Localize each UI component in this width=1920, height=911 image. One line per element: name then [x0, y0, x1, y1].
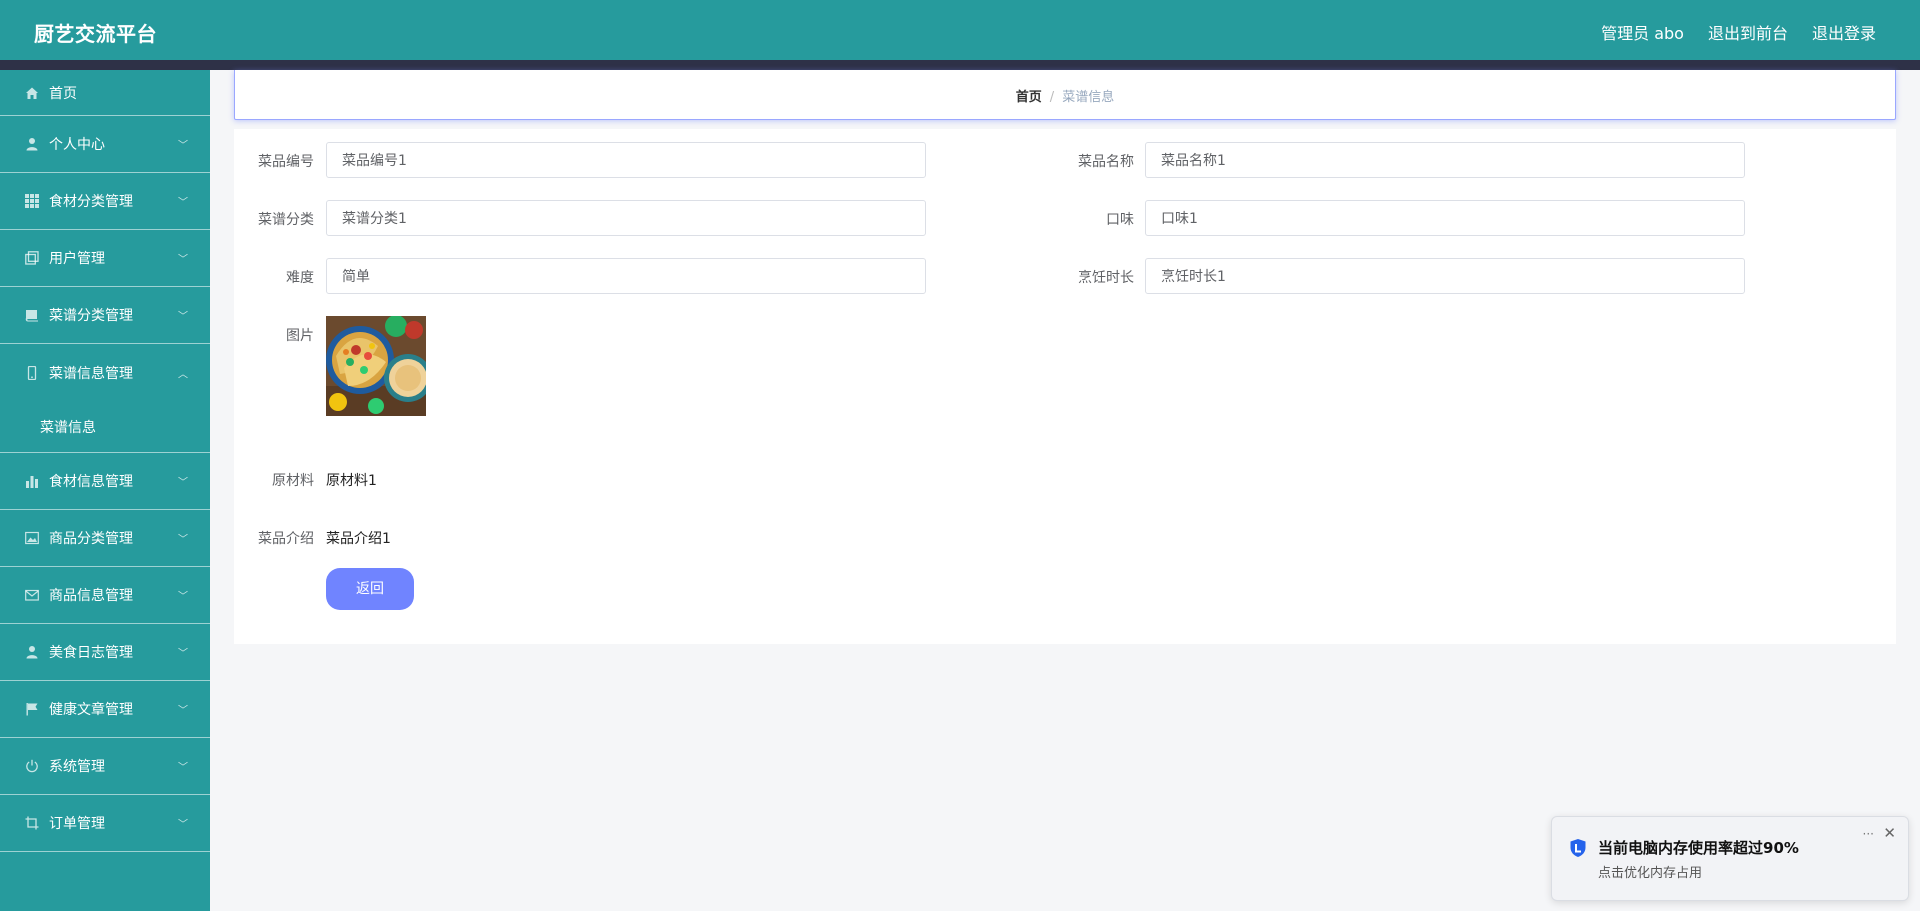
back-button[interactable]: 返回 [326, 568, 414, 610]
cook-time-label: 烹饪时长 [1078, 270, 1134, 286]
phone-icon [25, 365, 39, 380]
picture-icon [25, 531, 39, 545]
sidebar-item-label: 订单管理 [49, 816, 105, 832]
recipe-detail-form: 菜品编号 菜品名称 菜谱分类 口味 难度 烹饪时长 图片 [234, 129, 1896, 644]
sidebar-item-label: 系统管理 [49, 759, 105, 775]
breadcrumb-current: 菜谱信息 [1062, 90, 1115, 105]
breadcrumb: 首页 / 菜谱信息 [235, 86, 1895, 105]
chevron-down-icon: ﹀ [178, 591, 188, 603]
sidebar-item-recipe-info-management[interactable]: 菜谱信息管理 ︿ [0, 344, 210, 401]
sidebar-item-personal-center[interactable]: 个人中心 ﹀ [0, 116, 210, 173]
chevron-up-icon: ︿ [178, 369, 188, 380]
chevron-down-icon: ﹀ [178, 534, 188, 546]
admin-name: 管理员 abo [1601, 24, 1684, 43]
sidebar-subitem-recipe-info[interactable]: 菜谱信息 [0, 401, 210, 453]
intro-value: 菜品介绍1 [326, 531, 391, 547]
sidebar-item-user-management[interactable]: 用户管理 ﹀ [0, 230, 210, 287]
ingredients-value: 原材料1 [326, 473, 377, 489]
sidebar-item-label: 用户管理 [49, 251, 105, 267]
sidebar: 首页 个人中心 ﹀ 食材分类管理 ﹀ 用户管理 ﹀ 菜谱分类管理 ﹀ 菜谱信息管… [0, 70, 210, 911]
intro-label: 菜品介绍 [258, 531, 314, 547]
sidebar-item-label: 食材信息管理 [49, 474, 133, 490]
header-actions: 管理员 abo 退出到前台 退出登录 [1601, 20, 1876, 44]
category-input[interactable] [326, 200, 926, 236]
sidebar-item-label: 菜谱分类管理 [49, 308, 133, 324]
notification-subtitle[interactable]: 点击优化内存占用 [1598, 862, 1702, 881]
bar-chart-icon [25, 474, 39, 488]
mail-icon [25, 588, 39, 602]
breadcrumb-separator: / [1049, 90, 1055, 105]
memory-notification[interactable]: 当前电脑内存使用率超过90% 点击优化内存占用 ··· ✕ [1551, 816, 1909, 901]
notification-title: 当前电脑内存使用率超过90% [1598, 839, 1799, 857]
more-options-icon[interactable]: ··· [1863, 827, 1874, 841]
exit-to-front-link[interactable]: 退出到前台 [1708, 20, 1788, 44]
ingredients-label: 原材料 [272, 473, 314, 489]
top-header: 厨艺交流平台 管理员 abo 退出到前台 退出登录 [0, 0, 1920, 60]
sidebar-item-label: 个人中心 [49, 137, 105, 153]
header-divider-strip [0, 60, 1920, 70]
sidebar-item-label: 菜谱信息管理 [49, 365, 133, 382]
flag-icon [25, 702, 39, 716]
chevron-down-icon: ﹀ [178, 311, 188, 323]
sidebar-item-label: 健康文章管理 [49, 702, 133, 718]
book-icon [25, 308, 39, 322]
crop-icon [25, 816, 39, 830]
dish-image[interactable] [326, 316, 426, 416]
sidebar-item-ingredient-info[interactable]: 食材信息管理 ﹀ [0, 453, 210, 510]
sidebar-item-label: 食材分类管理 [49, 194, 133, 210]
chevron-down-icon: ﹀ [178, 140, 188, 152]
sidebar-item-product-category[interactable]: 商品分类管理 ﹀ [0, 510, 210, 567]
chevron-down-icon: ﹀ [178, 254, 188, 266]
chevron-down-icon: ﹀ [178, 477, 188, 489]
sidebar-item-food-diary[interactable]: 美食日志管理 ﹀ [0, 624, 210, 681]
sidebar-item-system-management[interactable]: 系统管理 ﹀ [0, 738, 210, 795]
chevron-down-icon: ﹀ [178, 705, 188, 717]
home-icon [25, 86, 39, 100]
dish-no-label: 菜品编号 [258, 154, 314, 170]
cook-time-input[interactable] [1145, 258, 1745, 294]
user-icon [25, 137, 39, 151]
taste-label: 口味 [1106, 212, 1134, 228]
difficulty-input[interactable] [326, 258, 926, 294]
shield-icon [1569, 838, 1587, 858]
sidebar-item-label: 首页 [49, 85, 77, 102]
taste-input[interactable] [1145, 200, 1745, 236]
dish-name-input[interactable] [1145, 142, 1745, 178]
dish-name-label: 菜品名称 [1078, 154, 1134, 170]
app-title: 厨艺交流平台 [34, 22, 157, 46]
copy-icon [25, 251, 39, 265]
sidebar-item-label: 商品分类管理 [49, 531, 133, 547]
chevron-down-icon: ﹀ [178, 762, 188, 774]
dish-no-input[interactable] [326, 142, 926, 178]
sidebar-subitem-label: 菜谱信息 [40, 419, 96, 436]
sidebar-item-home[interactable]: 首页 [0, 70, 210, 116]
category-label: 菜谱分类 [258, 212, 314, 228]
close-icon[interactable]: ✕ [1883, 824, 1896, 842]
grid-icon [25, 194, 39, 208]
difficulty-label: 难度 [286, 270, 314, 286]
chevron-down-icon: ﹀ [178, 648, 188, 660]
sidebar-item-recipe-category[interactable]: 菜谱分类管理 ﹀ [0, 287, 210, 344]
breadcrumb-card: 首页 / 菜谱信息 [234, 70, 1896, 120]
sidebar-item-product-info[interactable]: 商品信息管理 ﹀ [0, 567, 210, 624]
sidebar-item-health-articles[interactable]: 健康文章管理 ﹀ [0, 681, 210, 738]
chevron-down-icon: ﹀ [178, 197, 188, 209]
person-icon [25, 645, 39, 659]
power-icon [25, 759, 39, 773]
breadcrumb-home[interactable]: 首页 [1016, 90, 1042, 105]
sidebar-item-order-management[interactable]: 订单管理 ﹀ [0, 795, 210, 852]
sidebar-item-label: 商品信息管理 [49, 588, 133, 604]
sidebar-item-label: 美食日志管理 [49, 645, 133, 661]
chevron-down-icon: ﹀ [178, 819, 188, 831]
image-label: 图片 [286, 328, 314, 344]
sidebar-item-ingredient-category[interactable]: 食材分类管理 ﹀ [0, 173, 210, 230]
logout-link[interactable]: 退出登录 [1812, 20, 1876, 44]
